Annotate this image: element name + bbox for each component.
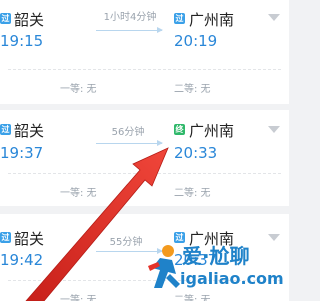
first-class-seats: 一等: 无 (60, 295, 97, 301)
divider (8, 69, 281, 70)
second-class-seats: 二等: 无 (174, 188, 211, 199)
arrival-station: 广州南 (189, 11, 235, 29)
pass-badge-icon: 过 (0, 124, 11, 135)
departure-station: 韶关 (14, 122, 45, 140)
route-arrow-icon (96, 27, 163, 33)
watermark-logo: 爱·尬聊 igaliao.com (146, 240, 289, 301)
trip-duration: 56分钟 (111, 127, 145, 138)
departure-time: 19:37 (0, 144, 44, 162)
arrival-station: 广州南 (189, 122, 235, 140)
departure-time: 19:15 (0, 32, 44, 50)
terminal-badge-icon: 终 (174, 124, 185, 135)
pass-badge-icon: 过 (0, 232, 11, 243)
watermark-title: 爱·尬聊 (182, 244, 250, 268)
chevron-down-icon[interactable] (268, 14, 280, 21)
arrival-time: 20:33 (174, 144, 218, 162)
first-class-seats: 一等: 无 (60, 84, 97, 95)
watermark-url: igaliao.com (180, 269, 284, 288)
train-card[interactable]: 过 韶关 19:15 1小时4分钟 过 广州南 20:19 一等: 无 二等: … (0, 0, 289, 104)
arrival-time: 20:19 (174, 32, 218, 50)
trip-duration: 1小时4分钟 (103, 12, 157, 23)
pass-badge-icon: 过 (0, 13, 11, 24)
runner-logo (148, 245, 180, 288)
route-arrow-icon (96, 140, 163, 146)
chevron-down-icon[interactable] (268, 126, 280, 133)
departure-time: 19:42 (0, 251, 44, 269)
departure-station: 韶关 (14, 230, 45, 248)
divider (8, 173, 281, 174)
first-class-seats: 一等: 无 (60, 188, 97, 199)
departure-station: 韶关 (14, 11, 45, 29)
train-card[interactable]: 过 韶关 19:37 56分钟 终 广州南 20:33 一等: 无 二等: 无 (0, 110, 289, 206)
second-class-seats: 二等: 无 (174, 84, 211, 95)
pass-badge-icon: 过 (174, 13, 185, 24)
